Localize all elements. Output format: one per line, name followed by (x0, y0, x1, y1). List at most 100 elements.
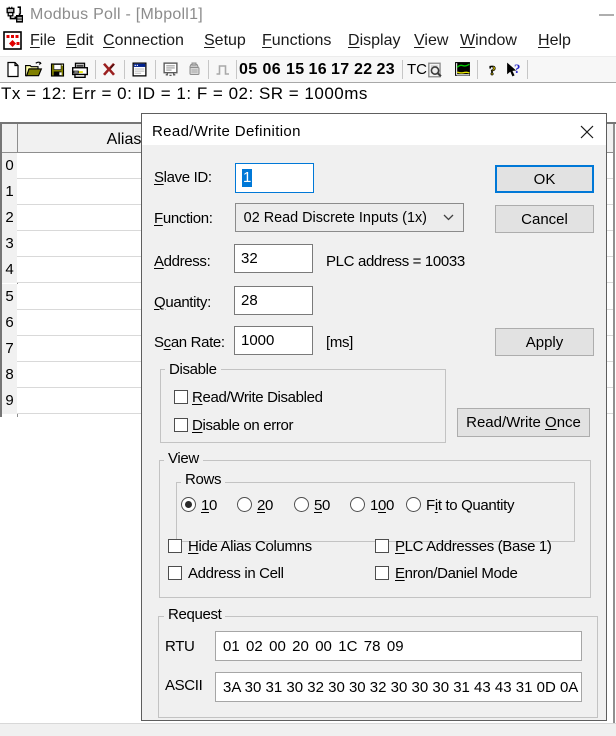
function-22-button[interactable]: 22 (354, 61, 372, 79)
function-23-button[interactable]: 23 (377, 61, 395, 79)
disconnect-icon[interactable] (101, 61, 117, 83)
menu-bar: File Edit Connection Setup Functions Display V… (0, 29, 616, 56)
document-icon[interactable] (3, 31, 24, 52)
toolbar-separator (477, 60, 478, 79)
row-number: 5 (2, 284, 17, 310)
function-label: Function: (154, 210, 213, 227)
request-group-title: Request (164, 606, 225, 623)
view-checkbox-label[interactable]: Enron/Daniel Mode (395, 565, 517, 582)
ascii-request-field[interactable]: 3A 30 31 30 32 30 30 32 30 30 30 31 43 4… (215, 672, 582, 702)
rows-radio-20[interactable] (237, 497, 252, 512)
view-group-title: View (164, 450, 203, 467)
help-icon[interactable]: ? (485, 61, 500, 84)
disable-group-title: Disable (165, 361, 221, 378)
rows-radio-label[interactable]: 10 (201, 497, 217, 514)
function-05-button[interactable]: 05 (239, 61, 257, 79)
disable-on-error-label[interactable]: Disable on error (192, 417, 293, 434)
open-file-icon[interactable] (24, 61, 43, 84)
rows-radio-label[interactable]: 50 (314, 497, 330, 514)
menu-functions[interactable]: Functions (262, 32, 331, 50)
context-help-icon[interactable]: ? (505, 61, 522, 84)
button-label: Apply (526, 334, 564, 351)
read-write-definition-dialog: Read/Write Definition Slave ID: Function… (141, 113, 607, 721)
plc-addresses-base-1--checkbox[interactable] (375, 539, 389, 553)
rtu-label: RTU (165, 638, 195, 655)
communication-log-icon[interactable] (426, 61, 444, 84)
button-label: Cancel (521, 211, 568, 228)
communication-traffic-icon[interactable] (162, 61, 179, 83)
slave-id-label: Slave ID: (154, 169, 212, 186)
row-number: 4 (2, 257, 17, 283)
function-15-button[interactable]: 15 (286, 61, 304, 79)
cancel-button[interactable]: Cancel (495, 205, 594, 233)
rows-radio-label[interactable]: 100 (370, 497, 394, 514)
address-input[interactable]: 32 (234, 244, 313, 273)
address-label: Address: (154, 253, 210, 270)
test-center-button[interactable]: TC (407, 61, 427, 78)
single-poll-icon[interactable] (215, 61, 231, 83)
function-select[interactable]: 02 Read Discrete Inputs (1x) (235, 203, 464, 232)
menu-edit[interactable]: Edit (66, 32, 94, 50)
ascii-label: ASCII (165, 677, 202, 694)
rows-group-title: Rows (181, 471, 225, 488)
scan-rate-input[interactable]: 1000 (234, 326, 313, 355)
view-checkbox-label[interactable]: Address in Cell (188, 565, 284, 582)
read-write-disabled-checkbox[interactable] (174, 390, 188, 404)
row-number: 8 (2, 362, 17, 388)
menu-file[interactable]: File (30, 32, 56, 50)
rtu-request-field[interactable]: 01 02 00 20 00 1C 78 09 (215, 631, 582, 661)
row-number: 3 (2, 231, 17, 257)
apply-button[interactable]: Apply (495, 328, 594, 356)
rows-radio-10[interactable] (181, 497, 196, 512)
status-line: Tx = 12: Err = 0: ID = 1: F = 02: SR = 1… (1, 84, 368, 104)
read-write-disabled-label[interactable]: Read/Write Disabled (192, 389, 323, 406)
rows-radio-label[interactable]: Fit to Quantity (426, 497, 514, 514)
selected-text: 1 (242, 169, 252, 187)
menu-setup[interactable]: Setup (204, 32, 246, 50)
svg-text:?: ? (489, 63, 496, 79)
function-06-button[interactable]: 06 (263, 61, 281, 79)
read-write-once-button[interactable]: Read/Write Once (457, 408, 590, 437)
menu-help[interactable]: Help (538, 32, 571, 50)
hide-alias-columns-checkbox[interactable] (168, 539, 182, 553)
view-checkbox-label[interactable]: PLC Addresses (Base 1) (395, 538, 552, 555)
menu-display[interactable]: Display (348, 32, 400, 50)
close-icon[interactable] (572, 118, 602, 142)
function-16-button[interactable]: 16 (309, 61, 327, 79)
enron-daniel-mode-checkbox[interactable] (375, 566, 389, 580)
quantity-label: Quantity: (154, 294, 211, 311)
menu-view[interactable]: View (414, 32, 448, 50)
rows-radio-100[interactable] (350, 497, 365, 512)
view-checkbox-label[interactable]: Hide Alias Columns (188, 538, 312, 555)
address-in-cell-checkbox[interactable] (168, 566, 182, 580)
row-number: 6 (2, 310, 17, 336)
new-file-icon[interactable] (5, 61, 21, 83)
resend-icon[interactable] (186, 61, 202, 83)
row-number: 9 (2, 388, 17, 414)
menu-connection[interactable]: Connection (103, 32, 184, 50)
row-number: 0 (2, 153, 17, 179)
save-icon[interactable] (50, 62, 65, 83)
dialog-title-bar[interactable]: Read/Write Definition (142, 114, 606, 145)
menu-window[interactable]: Window (460, 32, 517, 50)
title-bar: Modbus Poll - [Mbpoll1] — (0, 0, 616, 30)
minimize-button[interactable]: — (599, 6, 613, 23)
toolbar-separator (402, 60, 403, 79)
function-17-button[interactable]: 17 (331, 61, 349, 79)
setup-window-icon[interactable] (131, 61, 148, 83)
rows-radio-50[interactable] (294, 497, 309, 512)
window-title: Modbus Poll - [Mbpoll1] (30, 6, 203, 24)
row-number: 7 (2, 336, 17, 362)
grid-right-border (613, 124, 615, 723)
disable-on-error-checkbox[interactable] (174, 418, 188, 432)
slave-id-input[interactable]: 1 (235, 163, 314, 193)
rows-radio-fit-to-quantity[interactable] (406, 497, 421, 512)
dialog-title: Read/Write Definition (152, 123, 301, 140)
print-icon[interactable] (71, 61, 89, 84)
quantity-input[interactable]: 28 (234, 286, 313, 315)
real-time-chart-icon[interactable] (454, 61, 471, 83)
row-number: 2 (2, 205, 17, 231)
ok-button[interactable]: OK (495, 165, 594, 193)
rows-radio-label[interactable]: 20 (257, 497, 273, 514)
svg-text:?: ? (514, 62, 520, 76)
